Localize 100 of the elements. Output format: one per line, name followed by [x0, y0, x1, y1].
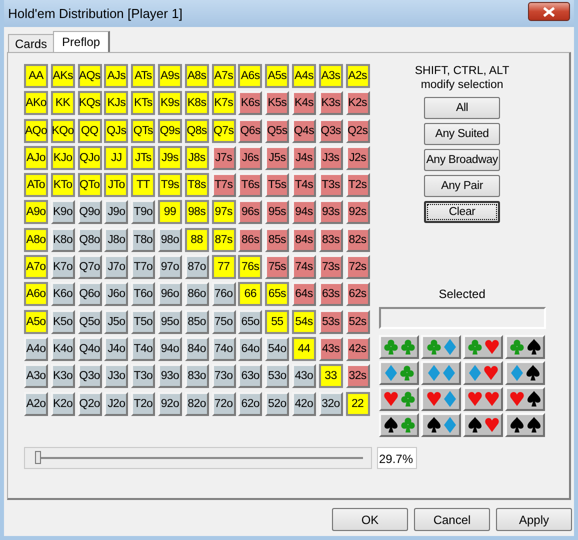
hand-cell[interactable]: 32o [318, 392, 343, 416]
hand-cell[interactable]: Q7s [212, 118, 236, 143]
hand-cell[interactable]: K5o [50, 310, 75, 334]
hand-cell[interactable]: 54s [292, 310, 316, 334]
hand-cell[interactable]: T5s [265, 173, 290, 198]
hand-cell[interactable]: A9s [158, 64, 182, 88]
hand-cell[interactable]: 72s [346, 255, 370, 280]
hand-cell[interactable]: T3o [131, 364, 156, 388]
selection-button[interactable]: Any Suited [424, 123, 500, 145]
hand-cell[interactable]: JJ [104, 146, 128, 170]
hand-cell[interactable]: Q3s [318, 118, 343, 143]
hand-cell[interactable]: K6o [50, 282, 75, 306]
hand-cell[interactable]: KQo [50, 118, 75, 143]
hand-cell[interactable]: A2o [24, 392, 48, 416]
suit-combo-button[interactable] [505, 387, 546, 411]
hand-cell[interactable]: Q7o [78, 255, 102, 280]
hand-cell[interactable]: 75o [212, 310, 236, 334]
hand-cell[interactable]: A6s [238, 64, 262, 88]
hand-cell[interactable]: K3o [50, 364, 75, 388]
hand-cell[interactable]: 99 [158, 200, 182, 224]
hand-cell[interactable]: A4s [292, 64, 316, 88]
hand-cell[interactable]: 75s [265, 255, 290, 280]
hand-cell[interactable]: 95s [265, 200, 290, 224]
hand-cell[interactable]: 74o [212, 336, 236, 361]
hand-cell[interactable]: 72o [212, 392, 236, 416]
hand-cell[interactable]: A7o [24, 255, 48, 280]
hand-cell[interactable]: 73s [318, 255, 343, 280]
hand-cell[interactable]: ATs [131, 64, 156, 88]
hand-cell[interactable]: 42o [292, 392, 316, 416]
hand-cell[interactable]: K9s [158, 91, 182, 116]
hand-cell[interactable]: 77 [212, 255, 236, 280]
hand-cell[interactable]: 44 [292, 336, 316, 361]
dialog-button[interactable]: Apply [496, 508, 572, 531]
hand-cell[interactable]: 52s [346, 310, 370, 334]
hand-cell[interactable]: J4o [104, 336, 128, 361]
hand-cell[interactable]: KJs [104, 91, 128, 116]
hand-cell[interactable]: AQs [78, 64, 102, 88]
hand-cell[interactable]: T2o [131, 392, 156, 416]
hand-cell[interactable]: J9o [104, 200, 128, 224]
hand-cell[interactable]: 98s [184, 200, 209, 224]
hand-cell[interactable]: 63s [318, 282, 343, 306]
hand-cell[interactable]: 85s [265, 228, 290, 252]
hand-cell[interactable]: 84s [292, 228, 316, 252]
hand-cell[interactable]: T5o [131, 310, 156, 334]
hand-cell[interactable]: J9s [158, 146, 182, 170]
dialog-button[interactable]: OK [332, 508, 408, 531]
hand-cell[interactable]: 43o [292, 364, 316, 388]
hand-cell[interactable]: K3s [318, 91, 343, 116]
tab[interactable]: Cards [8, 34, 54, 52]
hand-cell[interactable]: 42s [346, 336, 370, 361]
hand-cell[interactable]: K5s [265, 91, 290, 116]
hand-cell[interactable]: 94o [158, 336, 182, 361]
hand-cell[interactable]: J8o [104, 228, 128, 252]
hand-cell[interactable]: 85o [184, 310, 209, 334]
hand-cell[interactable]: J3o [104, 364, 128, 388]
hand-cell[interactable]: 93o [158, 364, 182, 388]
hand-cell[interactable]: J7o [104, 255, 128, 280]
hand-cell[interactable]: 92o [158, 392, 182, 416]
hand-cell[interactable]: 65s [265, 282, 290, 306]
hand-cell[interactable]: T7o [131, 255, 156, 280]
hand-cell[interactable]: 65o [238, 310, 262, 334]
hand-cell[interactable]: A8o [24, 228, 48, 252]
selection-button[interactable]: Any Broadway [424, 149, 500, 171]
hand-cell[interactable]: J4s [292, 146, 316, 170]
hand-cell[interactable]: 76s [238, 255, 262, 280]
suit-combo-button[interactable] [421, 413, 462, 437]
hand-cell[interactable]: 94s [292, 200, 316, 224]
hand-cell[interactable]: QTs [131, 118, 156, 143]
hand-cell[interactable]: AA [24, 64, 48, 88]
hand-cell[interactable]: 97o [158, 255, 182, 280]
hand-cell[interactable]: Q9o [78, 200, 102, 224]
hand-cell[interactable]: 63o [238, 364, 262, 388]
hand-cell[interactable]: J6s [238, 146, 262, 170]
suit-combo-button[interactable] [505, 413, 546, 437]
hand-cell[interactable]: A5s [265, 64, 290, 88]
hand-cell[interactable]: T4s [292, 173, 316, 198]
hand-cell[interactable]: J2s [346, 146, 370, 170]
tab[interactable]: Preflop [53, 31, 110, 52]
selected-field[interactable] [378, 307, 546, 329]
hand-cell[interactable]: K8s [184, 91, 209, 116]
hand-cell[interactable]: 55 [265, 310, 290, 334]
hand-cell[interactable]: Q3o [78, 364, 102, 388]
hand-cell[interactable]: 64s [292, 282, 316, 306]
hand-cell[interactable]: T2s [346, 173, 370, 198]
hand-cell[interactable]: QJo [78, 146, 102, 170]
hand-cell[interactable]: Q6o [78, 282, 102, 306]
hand-cell[interactable]: 84o [184, 336, 209, 361]
hand-cell[interactable]: 83s [318, 228, 343, 252]
hand-cell[interactable]: K8o [50, 228, 75, 252]
hand-cell[interactable]: AJs [104, 64, 128, 88]
hand-cell[interactable]: 74s [292, 255, 316, 280]
hand-cell[interactable]: JTo [104, 173, 128, 198]
suit-combo-button[interactable] [505, 335, 546, 359]
hand-cell[interactable]: Q4o [78, 336, 102, 361]
hand-cell[interactable]: QTo [78, 173, 102, 198]
suit-combo-button[interactable] [379, 413, 420, 437]
hand-cell[interactable]: 96s [238, 200, 262, 224]
hand-cell[interactable]: J8s [184, 146, 209, 170]
suit-combo-button[interactable] [463, 413, 504, 437]
hand-cell[interactable]: 22 [346, 392, 370, 416]
